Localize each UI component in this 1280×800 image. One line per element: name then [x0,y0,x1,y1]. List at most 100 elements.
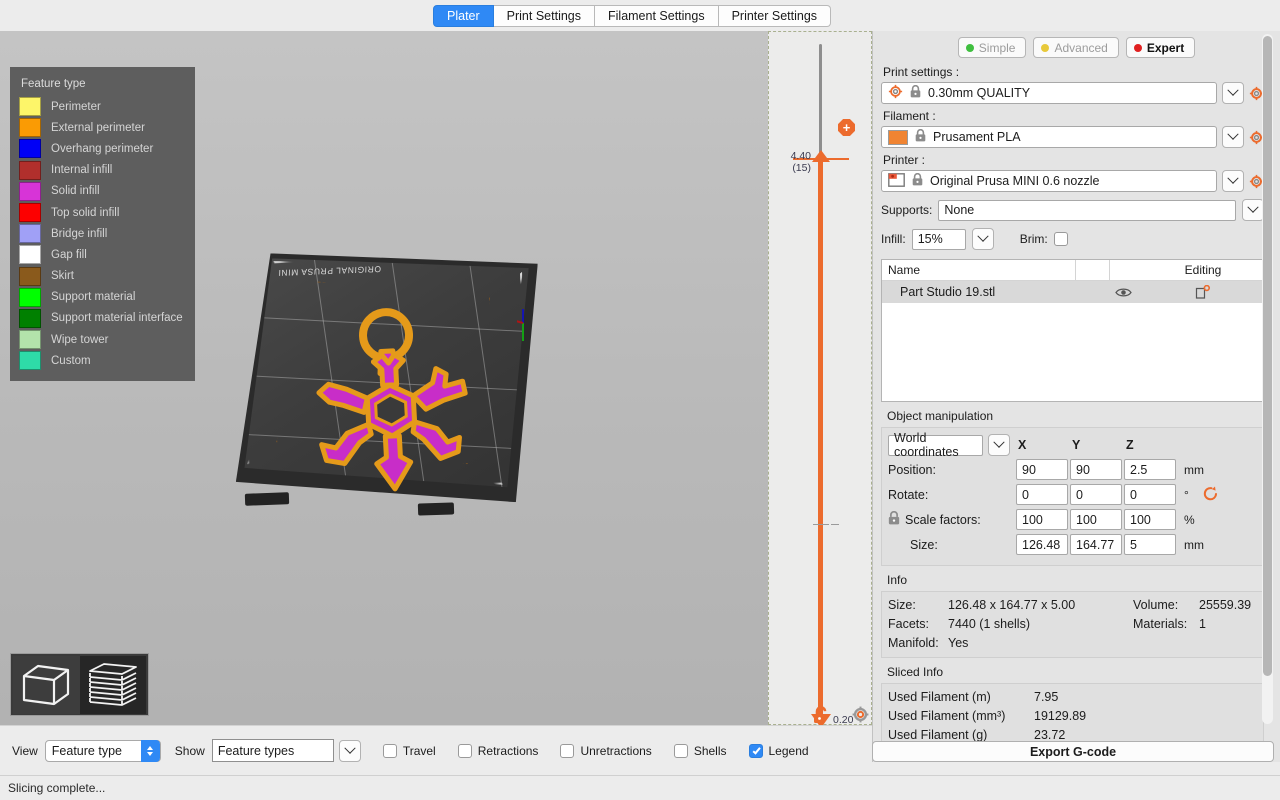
printer-lock-icon [912,172,923,189]
right-panel-scrollbar-thumb[interactable] [1263,36,1272,676]
legend-item-top-solid-infill[interactable]: Top solid infill [19,202,186,223]
retractions-checkbox[interactable] [457,743,472,758]
mode-expert-button[interactable]: Expert [1125,37,1196,58]
print-preset-value: 0.30mm QUALITY [928,86,1031,100]
info-size-value: 126.48 x 164.77 x 5.00 [948,597,1076,612]
object-visibility-toggle[interactable] [1103,287,1143,298]
preview-canvas[interactable]: ORIGINAL PRUSA MINI Feature type Perimet… [0,31,768,725]
rotate-y-input[interactable]: 0 [1070,484,1122,505]
tab-printer-settings[interactable]: Printer Settings [718,5,832,27]
legend-swatch [19,97,41,117]
coordinate-system-select[interactable]: World coordinates [888,431,983,459]
coordinate-system-dropdown[interactable] [988,434,1010,456]
gear-icon [852,706,869,723]
legend-checkbox-group[interactable]: Legend [748,743,809,758]
position-y-input[interactable]: 90 [1070,459,1122,480]
infill-brim-row: Infill: 15% Brim: [881,228,1264,250]
legend-item-gap-fill[interactable]: Gap fill [19,244,186,265]
legend-checkbox[interactable] [748,743,763,758]
legend-item-support-material-interface[interactable]: Support material interface [19,308,186,329]
position-x-input[interactable]: 90 [1016,459,1068,480]
supports-dropdown[interactable] [1242,199,1264,221]
scale-x-input[interactable]: 100 [1016,509,1068,530]
export-gcode-button[interactable]: Export G-code [872,741,1274,762]
printer-dropdown[interactable] [1222,170,1244,192]
show-dropdown[interactable] [338,739,361,762]
legend-swatch [19,308,41,328]
legend-label: Support material [51,291,136,304]
reset-rotation-button[interactable] [1202,485,1219,505]
preview-view-button[interactable] [79,655,146,714]
legend-item-internal-infill[interactable]: Internal infill [19,160,186,181]
legend-item-perimeter[interactable]: Perimeter [19,96,186,117]
scale-z-input[interactable]: 100 [1124,509,1176,530]
tab-plater[interactable]: Plater [433,5,494,27]
travel-label: Travel [402,743,436,758]
object-list-col-visibility [1075,260,1109,280]
brim-checkbox[interactable] [1053,232,1068,246]
layer-slider-upper-height: 4.40 [790,150,811,162]
mode-advanced-button[interactable]: Advanced [1033,37,1119,58]
legend-label: Legend [768,743,809,758]
legend-item-solid-infill[interactable]: Solid infill [19,181,186,202]
mode-simple-button[interactable]: Simple [957,37,1027,58]
filament-dropdown[interactable] [1222,126,1244,148]
position-z-input[interactable]: 2.5 [1124,459,1176,480]
legend-swatch [19,181,41,201]
printer-icon [888,172,905,190]
legend-item-wipe-tower[interactable]: Wipe tower [19,329,186,350]
legend-swatch [19,160,41,180]
object-manipulation-title: Object manipulation [887,409,994,423]
unretractions-checkbox-group[interactable]: Unretractions [560,743,652,758]
travel-checkbox[interactable] [382,743,397,758]
object-list[interactable]: Name Editing Part Studio 19.stl [881,259,1264,402]
show-select[interactable]: Feature types [211,739,334,762]
sliced-row: Used Filament (m) 7.95 [882,687,1263,706]
object-list-row[interactable]: Part Studio 19.stl [882,281,1263,303]
tab-print-settings[interactable]: Print Settings [493,5,595,27]
chevron-down-icon [993,436,1005,448]
layer-slider-pane[interactable]: 4.40 (15) 0.20 (1) [768,31,872,738]
size-y-input[interactable]: 164.77 [1070,534,1122,555]
retractions-checkbox-group[interactable]: Retractions [457,743,538,758]
legend-item-skirt[interactable]: Skirt [19,266,186,287]
layer-slider-upper-index: (15) [792,162,811,174]
unretractions-checkbox[interactable] [560,743,575,758]
travel-checkbox-group[interactable]: Travel [382,743,436,758]
view-select[interactable]: Feature type [44,739,161,762]
view-stepper-button[interactable] [140,739,160,762]
supports-combo[interactable]: None [938,199,1236,221]
scale-label-group: Scale factors: [888,510,1016,528]
chevron-down-icon [344,742,356,754]
object-list-col-editing: Editing [1184,263,1222,277]
scale-lock-icon[interactable] [888,510,900,528]
legend-item-external-perimeter[interactable]: External perimeter [19,117,186,138]
object-editing-button[interactable] [1143,284,1263,300]
slider-settings-button[interactable] [852,706,869,726]
filament-combo[interactable]: Prusament PLA [881,126,1217,148]
shells-checkbox[interactable] [673,743,688,758]
layer-slider-upper-handle[interactable] [812,150,830,162]
size-x-input[interactable]: 126.48 [1016,534,1068,555]
position-unit: mm [1184,462,1204,477]
infill-dropdown[interactable] [971,228,994,250]
legend-item-custom[interactable]: Custom [19,350,186,371]
printer-combo[interactable]: Original Prusa MINI 0.6 nozzle [881,170,1217,192]
shells-checkbox-group[interactable]: Shells [673,743,727,758]
print-settings-dropdown[interactable] [1222,82,1244,104]
print-settings-combo[interactable]: 0.30mm QUALITY [881,82,1217,104]
scale-y-input[interactable]: 100 [1070,509,1122,530]
size-z-input[interactable]: 5 [1124,534,1176,555]
chevron-down-icon [147,751,154,756]
infill-value[interactable]: 15% [911,228,966,250]
rotate-z-input[interactable]: 0 [1124,484,1176,505]
legend-item-support-material[interactable]: Support material [19,287,186,308]
info-facets-value: 7440 (1 shells) [948,616,1030,631]
legend-item-overhang-perimeter[interactable]: Overhang perimeter [19,138,186,159]
editor-view-button[interactable] [13,655,80,714]
tab-filament-settings[interactable]: Filament Settings [595,5,719,27]
rotate-x-input[interactable]: 0 [1016,484,1068,505]
axis-x-header: X [1018,438,1027,452]
info-volume-label: Volume: [1133,597,1179,612]
legend-item-bridge-infill[interactable]: Bridge infill [19,223,186,244]
